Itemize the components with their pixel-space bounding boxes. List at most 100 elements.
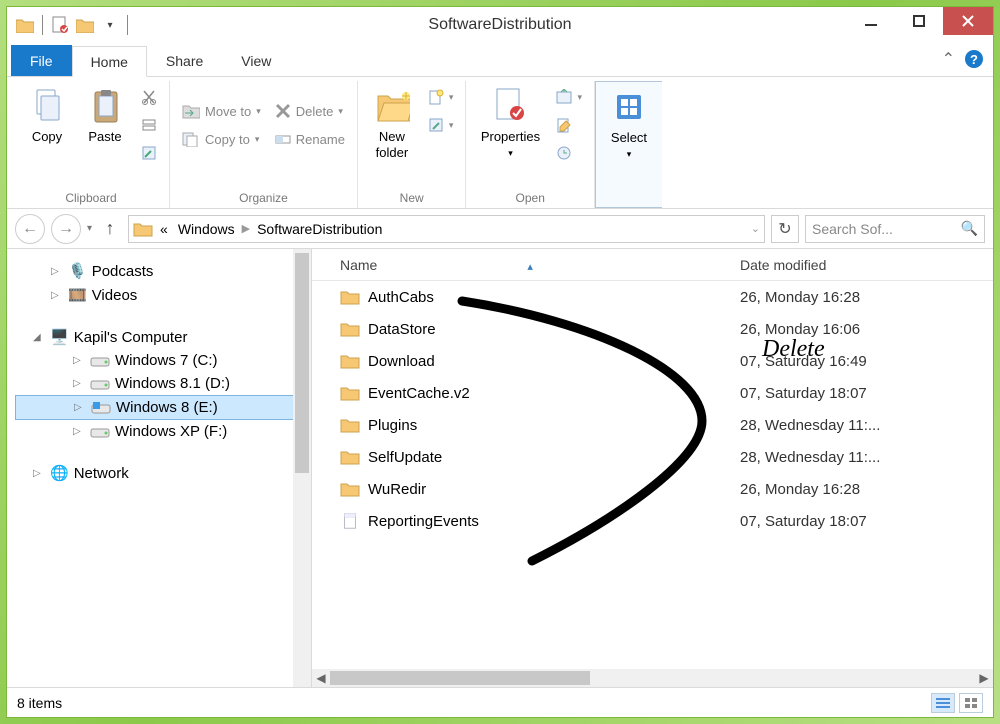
address-dropdown[interactable]: ⌄ xyxy=(751,222,760,235)
properties-button[interactable]: Properties ▾ xyxy=(472,83,548,161)
breadcrumb-current[interactable]: SoftwareDistribution xyxy=(254,221,385,237)
qat-dropdown-icon[interactable]: ▾ xyxy=(98,13,122,37)
file-row[interactable]: Plugins 28, Wednesday 11:... xyxy=(312,409,993,441)
search-box[interactable]: Search Sof... 🔍 xyxy=(805,215,985,243)
file-row[interactable]: DataStore 26, Monday 16:06 xyxy=(312,313,993,345)
col-name[interactable]: Name▴ xyxy=(312,257,732,273)
tab-view[interactable]: View xyxy=(222,45,290,76)
qat-properties-icon[interactable] xyxy=(48,13,72,37)
pasteshortcut-button[interactable] xyxy=(135,139,163,167)
column-headers: Name▴ Date modified xyxy=(312,249,993,281)
file-name: ReportingEvents xyxy=(368,513,479,530)
drive-icon xyxy=(90,354,110,368)
window-title: SoftwareDistribution xyxy=(7,16,993,34)
delete-button[interactable]: Delete ▾ xyxy=(269,97,351,125)
file-date: 26, Monday 16:28 xyxy=(732,481,993,498)
file-name: DataStore xyxy=(368,321,436,338)
title-bar: ▾ SoftwareDistribution xyxy=(7,7,993,43)
maximize-button[interactable] xyxy=(895,7,943,35)
recent-dropdown[interactable]: ▾ xyxy=(87,223,92,234)
newitem-icon xyxy=(428,89,444,105)
file-date: 07, Saturday 18:07 xyxy=(732,385,993,402)
tree-scrollbar[interactable] xyxy=(293,249,311,687)
close-button[interactable] xyxy=(943,7,993,35)
qat-newfolder-icon[interactable] xyxy=(73,13,97,37)
breadcrumb-root[interactable]: « xyxy=(157,221,171,237)
paste-button[interactable]: Paste xyxy=(77,83,133,148)
tree-podcasts[interactable]: ▷🎙️Podcasts xyxy=(15,259,311,283)
cut-icon xyxy=(141,89,157,105)
rename-button[interactable]: Rename xyxy=(269,125,351,153)
file-date: 28, Wednesday 11:... xyxy=(732,417,993,434)
tree-computer[interactable]: ◢🖥️Kapil's Computer xyxy=(15,325,311,349)
open-button[interactable]: ▾ xyxy=(550,83,588,111)
computer-icon: 🖥️ xyxy=(50,328,69,346)
address-bar[interactable]: « Windows ▶ SoftwareDistribution ⌄ xyxy=(128,215,765,243)
delete-icon xyxy=(275,103,291,119)
moveto-button[interactable]: Move to ▾ xyxy=(176,97,267,125)
properties-icon xyxy=(492,86,528,126)
up-button[interactable]: ↑ xyxy=(98,218,122,239)
drive-icon xyxy=(91,401,111,415)
help-icon[interactable]: ? xyxy=(965,50,983,68)
edit-button[interactable] xyxy=(550,111,588,139)
file-date: 07, Saturday 16:49 xyxy=(732,353,993,370)
file-row[interactable]: AuthCabs26, Monday 16:28 xyxy=(312,281,993,313)
history-button[interactable] xyxy=(550,139,588,167)
tree-drive-d[interactable]: ▷Windows 8.1 (D:) xyxy=(15,372,311,395)
file-name: WuRedir xyxy=(368,481,426,498)
status-bar: 8 items xyxy=(7,687,993,717)
tree-drive-f[interactable]: ▷Windows XP (F:) xyxy=(15,420,311,443)
videos-icon: 🎞️ xyxy=(68,286,87,304)
file-date: 26, Monday 16:06 xyxy=(732,321,993,338)
group-clipboard: Copy Paste Clipboard xyxy=(13,81,170,208)
drive-icon xyxy=(90,425,110,439)
newfolder-button[interactable]: New folder xyxy=(364,83,420,163)
file-list: Name▴ Date modified Delete AuthCabs26, M… xyxy=(312,249,993,687)
podcasts-icon: 🎙️ xyxy=(68,262,87,280)
tab-home[interactable]: Home xyxy=(72,46,147,77)
refresh-button[interactable]: ↻ xyxy=(771,215,799,243)
col-date[interactable]: Date modified xyxy=(732,257,993,273)
select-button[interactable]: Select ▾ xyxy=(601,84,657,162)
group-select: Select ▾ xyxy=(595,81,662,208)
drive-icon xyxy=(90,377,110,391)
details-view-button[interactable] xyxy=(931,693,955,713)
shortcut-icon xyxy=(141,145,157,161)
file-name: EventCache.v2 xyxy=(368,385,470,402)
icons-view-button[interactable] xyxy=(959,693,983,713)
nav-tree[interactable]: ▷🎙️Podcasts ▷🎞️Videos ◢🖥️Kapil's Compute… xyxy=(7,249,312,687)
minimize-button[interactable] xyxy=(847,7,895,35)
file-row[interactable]: Download07, Saturday 16:49 xyxy=(312,345,993,377)
qat-folder-icon[interactable] xyxy=(13,13,37,37)
forward-button[interactable]: → xyxy=(51,214,81,244)
copyto-button[interactable]: Copy to ▾ xyxy=(176,125,267,153)
cut-button[interactable] xyxy=(135,83,163,111)
file-row[interactable]: SelfUpdate28, Wednesday 11:... xyxy=(312,441,993,473)
copypath-button[interactable] xyxy=(135,111,163,139)
back-button[interactable]: ← xyxy=(15,214,45,244)
newitem-button[interactable]: ▾ xyxy=(422,83,460,111)
copypath-icon xyxy=(141,117,157,133)
file-row[interactable]: ReportingEvents07, Saturday 18:07 xyxy=(312,505,993,537)
group-open: Properties ▾ ▾ Open xyxy=(466,81,595,208)
easyaccess-button[interactable]: ▾ xyxy=(422,111,460,139)
copy-button[interactable]: Copy xyxy=(19,83,75,148)
ribbon: Copy Paste Clipboard Move to ▾ Copy to ▾ xyxy=(7,77,993,209)
h-scrollbar[interactable]: ◀ ▶ xyxy=(312,669,993,687)
breadcrumb-windows[interactable]: Windows xyxy=(175,221,238,237)
tree-drive-c[interactable]: ▷Windows 7 (C:) xyxy=(15,349,311,372)
sort-indicator-icon: ▴ xyxy=(377,261,533,273)
history-icon xyxy=(556,145,572,161)
file-row[interactable]: EventCache.v2 07, Saturday 18:07 xyxy=(312,377,993,409)
collapse-ribbon-icon[interactable]: ⌃ xyxy=(942,49,955,69)
tab-share[interactable]: Share xyxy=(147,45,222,76)
file-rows[interactable]: Delete AuthCabs26, Monday 16:28DataStore… xyxy=(312,281,993,669)
tab-file[interactable]: File xyxy=(11,45,72,76)
tree-network[interactable]: ▷🌐Network xyxy=(15,461,311,485)
file-name: Plugins xyxy=(368,417,417,434)
tree-videos[interactable]: ▷🎞️Videos xyxy=(15,283,311,307)
file-row[interactable]: WuRedir 26, Monday 16:28 xyxy=(312,473,993,505)
tree-drive-e[interactable]: ▷Windows 8 (E:) xyxy=(15,395,311,420)
select-icon xyxy=(611,87,647,127)
